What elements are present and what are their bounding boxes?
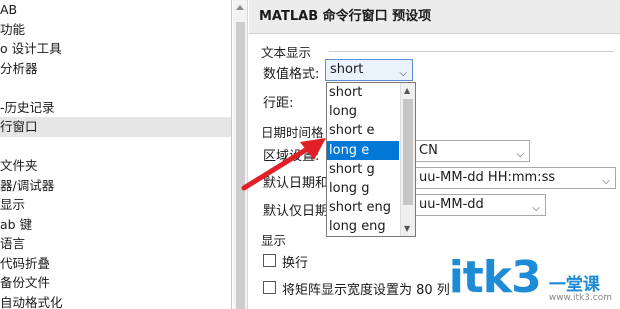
tree-item[interactable] [0,78,231,98]
locale-select[interactable]: CN ⌵ [414,140,530,162]
numeric-format-select[interactable]: short ⌵ [325,59,413,81]
dropdown-option[interactable]: long eng [327,217,399,236]
scroll-up-icon[interactable]: ▲ [404,86,410,95]
display-section: 显示 [261,233,287,248]
default-date-select[interactable]: uu-MM-dd ⌵ [414,194,546,216]
default-date-label: 默认仅日期 [263,204,329,219]
tree-item[interactable]: 显示 [0,195,231,215]
annotation-arrow-icon [241,138,326,191]
default-datetime-select[interactable]: uu-MM-dd HH:mm:ss ⌵ [414,167,616,189]
tree-item[interactable]: 行窗口 [0,117,231,137]
wrap-label: 换行 [282,256,309,271]
line-spacing-label: 行距: [263,96,294,111]
tree-item[interactable]: 分析器 [0,59,231,79]
dropdown-option[interactable]: long [327,102,399,121]
default-datetime-value: uu-MM-dd HH:mm:ss [419,170,556,185]
tree-item[interactable]: o 设计工具 [0,39,231,59]
dropdown-option[interactable]: short [327,83,399,102]
tree-item[interactable] [0,137,231,157]
matrix-width-checkbox[interactable] [263,281,276,294]
chevron-down-icon: ⌵ [532,203,540,214]
tree-item[interactable]: 备份文件 [0,273,231,293]
tree-item[interactable]: -历史记录 [0,98,231,118]
locale-value: CN [419,143,438,158]
dropdown-option[interactable]: short e [327,121,399,140]
numeric-format-label: 数值格式: [263,67,320,82]
tree-item[interactable]: ab 键 [0,215,231,235]
dropdown-option[interactable]: long e [327,140,399,160]
dropdown-option[interactable]: long g [327,179,399,198]
numeric-format-dropdown: short long short e long e short g long g short… [326,82,416,237]
numeric-format-value: short [330,62,364,77]
default-date-value: uu-MM-dd [419,197,484,212]
panel-title: MATLAB 命令行窗口 预设项 [249,0,620,34]
dropdown-option[interactable]: short eng [327,198,399,217]
dropdown-scrollbar[interactable]: ▲ ▼ [400,83,415,236]
chevron-down-icon: ⌵ [602,176,610,187]
dropdown-option[interactable]: short g [327,160,399,179]
watermark-cn: 一堂课 [548,275,600,295]
scroll-down-icon[interactable]: ▼ [404,224,410,233]
wrap-checkbox[interactable] [263,254,276,267]
chevron-down-icon: ⌵ [516,149,524,160]
preferences-tree: AB 功能 o 设计工具 分析器 -历史记录 行窗口文件夹 器/调试器 显示 ab 键语言 代码折… [0,0,232,309]
chevron-down-icon: ⌵ [399,68,407,79]
scroll-up-icon[interactable] [236,5,244,10]
watermark-url: www.itk3.com [548,293,612,303]
tree-item[interactable]: 语言 [0,234,231,254]
tree-item[interactable]: 文件夹 [0,156,231,176]
matrix-width-label: 将矩阵显示宽度设置为 80 列 [282,283,450,298]
preferences-window: AB 功能 o 设计工具 分析器 -历史记录 行窗口 文件夹 器/调试器 显示 ab 键语言 代码折… [0,0,620,309]
tree-item[interactable]: AB [0,0,231,20]
text-display-section: 文本显示 [261,45,312,60]
watermark-logo: itk3 [448,252,542,303]
dropdown-scroll-thumb[interactable] [403,99,413,205]
tree-item[interactable]: 自动格式化 [0,293,231,309]
watermark: itk3 一堂课 www.itk3.com [449,252,612,303]
tree-item[interactable]: 代码折叠 [0,254,231,274]
tree-item[interactable]: 器/调试器 [0,176,231,196]
tree-item[interactable]: 功能 [0,20,231,40]
section-divider [329,51,614,52]
